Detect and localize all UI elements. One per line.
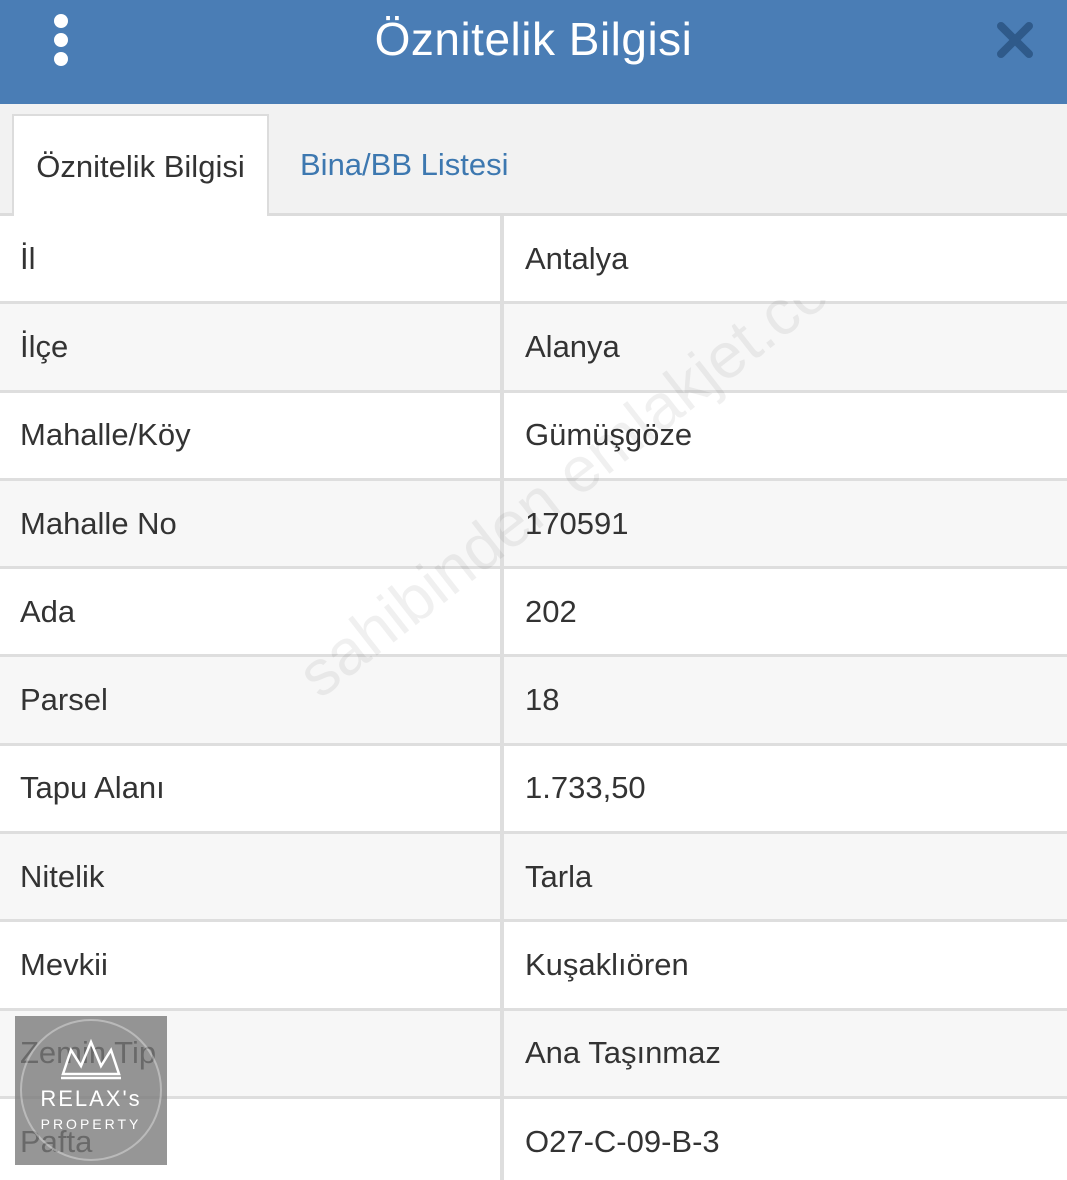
brand-logo: RELAX's PROPERTY <box>15 1016 167 1165</box>
row-label: İl <box>20 240 36 276</box>
row-value: Alanya <box>525 328 620 364</box>
table-row: Mahalle No 170591 <box>0 480 1067 570</box>
row-value: 1.733,50 <box>525 770 646 806</box>
row-label: Nitelik <box>20 858 105 894</box>
row-label: İlçe <box>20 328 69 364</box>
logo-brand: RELAX's <box>40 1086 141 1111</box>
attribute-info-panel: Öznitelik Bilgisi Öznitelik Bilgisi Bina… <box>0 0 1067 1180</box>
tab-building-list[interactable]: Bina/BB Listesi <box>278 114 531 216</box>
table-row: İlçe Alanya <box>0 304 1067 393</box>
column-divider <box>500 216 504 302</box>
column-divider <box>500 1010 504 1096</box>
table-row: Mevkii Kuşaklıören <box>0 922 1067 1011</box>
panel-title: Öznitelik Bilgisi <box>374 13 693 65</box>
column-divider <box>500 834 504 920</box>
table-row: Mahalle/Köy Gümüşgöze <box>0 392 1067 481</box>
column-divider <box>500 745 504 832</box>
row-value: Kuşaklıören <box>525 947 689 983</box>
tab-attribute-info[interactable]: Öznitelik Bilgisi <box>12 114 269 218</box>
row-value: Ana Taşınmaz <box>525 1035 721 1071</box>
table-row: İl Antalya <box>0 216 1067 305</box>
column-divider <box>500 304 504 390</box>
row-label: Mevkii <box>20 947 108 983</box>
row-value: Gümüşgöze <box>525 417 693 453</box>
close-icon[interactable] <box>995 20 1035 60</box>
table-row: Tapu Alanı 1.733,50 <box>0 745 1067 835</box>
table-row: Nitelik Tarla <box>0 834 1067 923</box>
row-label: Mahalle/Köy <box>20 417 191 453</box>
table-row: Parsel 18 <box>0 657 1067 746</box>
row-label: Tapu Alanı <box>20 770 165 806</box>
tab-bar: Öznitelik Bilgisi Bina/BB Listesi <box>0 104 1067 218</box>
logo-sub: PROPERTY <box>41 1116 142 1132</box>
column-divider <box>500 1098 504 1180</box>
column-divider <box>500 392 504 478</box>
row-label: Parsel <box>20 682 108 718</box>
column-divider <box>500 480 504 567</box>
row-value: 202 <box>525 593 577 629</box>
column-divider <box>500 922 504 1008</box>
row-label: Ada <box>20 593 76 629</box>
column-divider <box>500 569 504 655</box>
row-value: Tarla <box>525 858 593 894</box>
row-value: O27-C-09-B-3 <box>525 1123 720 1159</box>
panel-header: Öznitelik Bilgisi <box>0 0 1067 104</box>
row-label: Mahalle No <box>20 505 177 541</box>
row-value: 18 <box>525 682 560 718</box>
row-value: 170591 <box>525 505 629 541</box>
column-divider <box>500 657 504 743</box>
table-row: Ada 202 <box>0 569 1067 658</box>
row-value: Antalya <box>525 240 629 276</box>
